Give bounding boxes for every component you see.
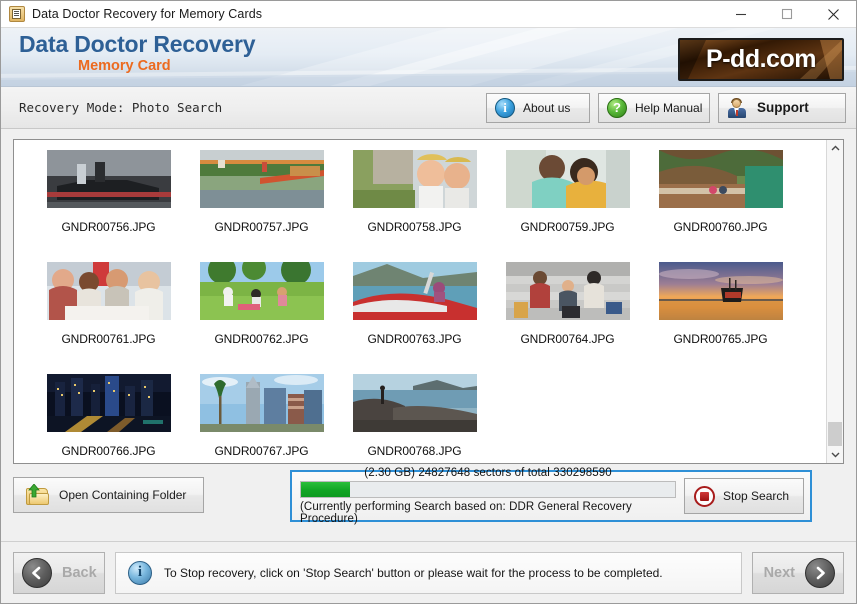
thumbnail-image[interactable] — [505, 150, 630, 208]
list-item[interactable]: GNDR00759.JPG — [491, 150, 644, 255]
pdd-logo[interactable]: P-dd.com — [678, 38, 844, 81]
title-bar: Data Doctor Recovery for Memory Cards — [1, 1, 856, 28]
thumbnail-label: GNDR00763.JPG — [367, 332, 462, 346]
thumbnail-label: GNDR00756.JPG — [61, 220, 156, 234]
back-label: Back — [62, 564, 97, 581]
main-content: GNDR00756.JPG GNDR00757.JPG GNDR00758.JP… — [1, 129, 856, 541]
thumbnail-image[interactable] — [199, 262, 324, 320]
list-item[interactable]: GNDR00765.JPG — [644, 262, 797, 367]
next-button[interactable]: Next — [752, 551, 844, 594]
help-manual-button[interactable]: Help Manual — [598, 92, 710, 123]
close-icon[interactable] — [810, 1, 856, 27]
thumbnail-label: GNDR00762.JPG — [214, 332, 309, 346]
thumbnail-label: GNDR00757.JPG — [214, 220, 309, 234]
window-controls — [718, 1, 856, 27]
arrow-left-circle-icon — [22, 557, 52, 588]
thumbnail-image[interactable] — [352, 262, 477, 320]
thumbnail-image[interactable] — [352, 374, 477, 432]
vertical-scrollbar[interactable] — [826, 140, 843, 463]
scrollbar-track[interactable] — [827, 157, 843, 446]
thumbnail-image[interactable] — [46, 262, 171, 320]
thumbnail-label: GNDR00767.JPG — [214, 444, 309, 458]
minimize-icon[interactable] — [718, 1, 764, 27]
open-containing-folder-button[interactable]: Open Containing Folder — [13, 477, 204, 513]
thumbnail-label: GNDR00759.JPG — [520, 220, 615, 234]
folder-upload-icon — [24, 483, 50, 506]
chevron-up-icon[interactable] — [827, 140, 843, 157]
maximize-icon[interactable] — [764, 1, 810, 27]
thumbnail-label: GNDR00764.JPG — [520, 332, 615, 346]
thumbnail-label: GNDR00760.JPG — [673, 220, 768, 234]
scrollbar-thumb[interactable] — [828, 422, 842, 446]
stop-search-label: Stop Search — [723, 489, 790, 503]
progress-sectors-text: (2.30 GB) 24827648 sectors of total 3302… — [364, 467, 612, 479]
stop-search-button[interactable]: Stop Search — [684, 478, 804, 514]
app-icon — [9, 6, 25, 22]
window-title: Data Doctor Recovery for Memory Cards — [32, 7, 263, 21]
brand-header: Data Doctor Recovery Memory Card P-dd.co… — [1, 28, 856, 87]
thumbnail-label: GNDR00761.JPG — [61, 332, 156, 346]
pdd-logo-text: P-dd.com — [706, 45, 816, 73]
support-button[interactable]: Support — [718, 92, 846, 123]
thumbnail-image[interactable] — [505, 262, 630, 320]
info-icon — [495, 97, 515, 118]
progress-row: Open Containing Folder (2.30 GB) 2482764… — [13, 467, 844, 525]
thumbnail-image[interactable] — [658, 150, 783, 208]
list-item[interactable]: GNDR00764.JPG — [491, 262, 644, 367]
list-item[interactable]: GNDR00767.JPG — [185, 374, 338, 463]
next-label: Next — [763, 564, 795, 581]
thumbnail-label: GNDR00768.JPG — [367, 444, 462, 458]
thumbnail-label: GNDR00765.JPG — [673, 332, 768, 346]
list-item[interactable]: GNDR00761.JPG — [32, 262, 185, 367]
thumbnail-grid: GNDR00756.JPG GNDR00757.JPG GNDR00758.JP… — [14, 140, 826, 463]
thumbnail-image[interactable] — [46, 150, 171, 208]
brand-title: Data Doctor Recovery — [19, 31, 256, 57]
list-item[interactable]: GNDR00756.JPG — [32, 150, 185, 255]
brand-subtitle: Memory Card — [78, 58, 171, 74]
thumbnail-label: GNDR00766.JPG — [61, 444, 156, 458]
person-icon — [727, 97, 747, 118]
thumbnail-image[interactable] — [199, 150, 324, 208]
list-item[interactable]: GNDR00757.JPG — [185, 150, 338, 255]
info-icon — [128, 560, 152, 585]
mode-toolbar: Recovery Mode: Photo Search About us Hel… — [1, 87, 856, 129]
thumbnail-image[interactable] — [352, 150, 477, 208]
status-message-bar: To Stop recovery, click on 'Stop Search'… — [115, 551, 742, 594]
upload-arrow-icon — [28, 483, 40, 497]
application-window: Data Doctor Recovery for Memory Cards Da… — [0, 0, 857, 604]
list-item[interactable]: GNDR00762.JPG — [185, 262, 338, 367]
progress-bar — [300, 481, 676, 498]
toolbar-buttons: About us Help Manual Support — [486, 92, 846, 123]
search-progress-panel: (2.30 GB) 24827648 sectors of total 3302… — [290, 467, 812, 525]
list-item[interactable]: GNDR00766.JPG — [32, 374, 185, 463]
question-icon — [607, 97, 627, 118]
progress-info: (2.30 GB) 24827648 sectors of total 3302… — [298, 467, 676, 525]
list-item[interactable]: GNDR00768.JPG — [338, 374, 491, 463]
progress-bar-fill — [301, 482, 350, 497]
back-button[interactable]: Back — [13, 551, 105, 594]
thumbnail-image[interactable] — [46, 374, 171, 432]
status-message-text: To Stop recovery, click on 'Stop Search'… — [164, 565, 663, 580]
about-us-label: About us — [523, 100, 571, 115]
chevron-down-icon[interactable] — [827, 446, 843, 463]
thumbnail-image[interactable] — [199, 374, 324, 432]
thumbnail-label: GNDR00758.JPG — [367, 220, 462, 234]
progress-status-text: (Currently performing Search based on: D… — [300, 501, 632, 525]
footer-bar: Back To Stop recovery, click on 'Stop Se… — [1, 541, 856, 603]
list-item[interactable]: GNDR00763.JPG — [338, 262, 491, 367]
about-us-button[interactable]: About us — [486, 92, 590, 123]
support-label: Support — [757, 100, 809, 115]
thumbnail-panel: GNDR00756.JPG GNDR00757.JPG GNDR00758.JP… — [13, 139, 844, 464]
thumbnail-image[interactable] — [658, 262, 783, 320]
stop-icon — [694, 485, 715, 507]
arrow-right-circle-icon — [805, 557, 835, 588]
list-item[interactable]: GNDR00760.JPG — [644, 150, 797, 255]
list-item[interactable]: GNDR00758.JPG — [338, 150, 491, 255]
recovery-mode-label: Recovery Mode: Photo Search — [19, 100, 223, 115]
open-containing-folder-label: Open Containing Folder — [59, 488, 187, 502]
help-manual-label: Help Manual — [635, 100, 703, 115]
